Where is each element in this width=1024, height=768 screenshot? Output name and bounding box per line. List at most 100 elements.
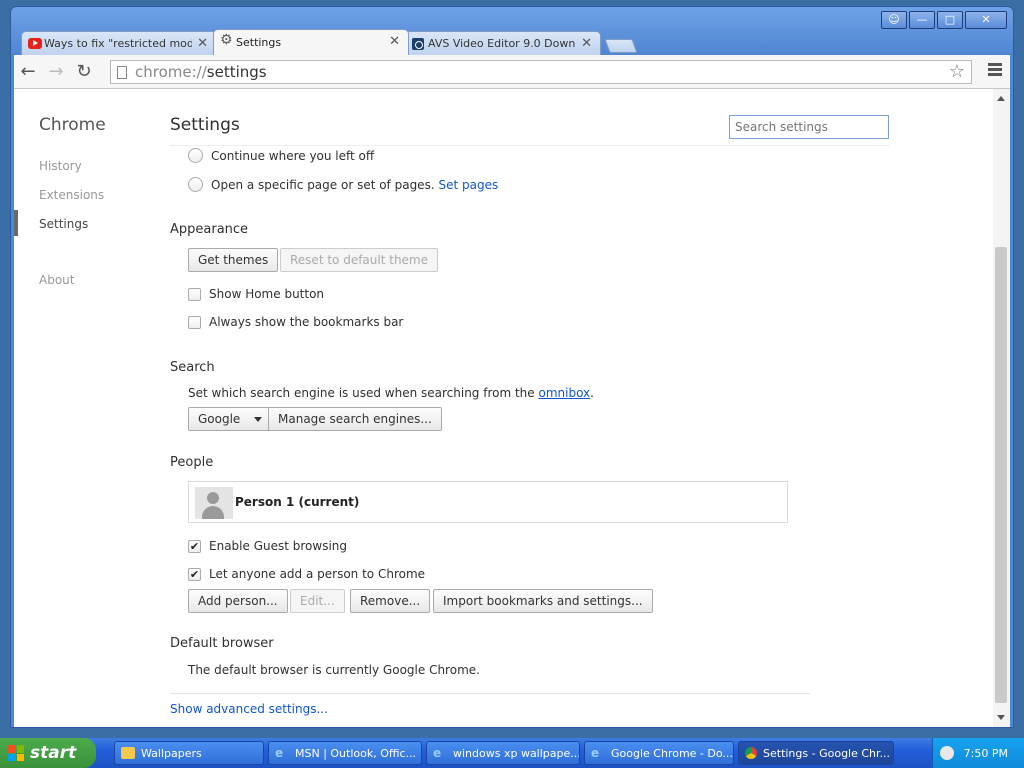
taskbar-item-google-chrome-download[interactable]: e Google Chrome - Do... [584,741,734,765]
anyone-add-checkbox[interactable]: ✔ [188,567,201,581]
ie-icon: e [433,746,442,760]
reload-button[interactable]: ↻ [70,58,98,86]
header-divider [170,145,890,146]
taskbar-item-label: Wallpapers [141,746,202,760]
show-home-row[interactable]: Show Home button [188,287,324,301]
taskbar: start Wallpapers e MSN | Outlook, Offic.… [0,738,1024,768]
start-label: start [30,743,77,763]
sidebar-item-history[interactable]: History [39,159,82,173]
guest-browsing-row[interactable]: ✔ Enable Guest browsing [188,539,347,553]
close-icon[interactable]: ✕ [581,36,592,51]
get-themes-button[interactable]: Get themes [188,248,279,272]
windows-flag-icon [8,745,24,761]
network-icon[interactable] [939,746,954,760]
ie-icon: e [275,746,284,760]
new-tab-button[interactable] [604,39,638,53]
show-home-checkbox[interactable] [188,287,201,301]
taskbar-item-settings-chrome[interactable]: Settings - Google Chr... [738,741,894,765]
continue-radio[interactable] [188,148,203,163]
gear-icon: ⚙ [220,32,233,48]
sidebar-item-extensions[interactable]: Extensions [39,188,104,202]
tab-title: Settings [236,36,282,49]
scrollbar[interactable] [993,89,1010,727]
taskbar-item-label: MSN | Outlook, Offic... [295,746,417,760]
menu-icon[interactable] [988,63,1002,78]
show-bookmarks-row[interactable]: Always show the bookmarks bar [188,315,403,329]
specific-pages-radio[interactable] [188,177,203,192]
show-home-label: Show Home button [209,287,325,301]
minimize-button[interactable]: — [909,11,935,29]
page-title: Settings [170,115,240,135]
sidebar: Chrome History Extensions Settings About [14,89,164,727]
chrome-icon [745,747,757,759]
tab-settings[interactable]: ⚙ Settings ✕ [213,29,409,55]
search-engine-select[interactable]: Google [188,407,273,431]
taskbar-item-wallpapers[interactable]: Wallpapers [114,741,264,765]
people-title: People [170,455,214,470]
startup-specific-row[interactable]: Open a specific page or set of pages. Se… [188,177,498,192]
startup-continue-row[interactable]: Continue where you left off [188,148,374,163]
sidebar-item-settings[interactable]: Settings [39,217,88,231]
edit-person-button[interactable]: Edit... [290,589,345,613]
reset-theme-button[interactable]: Reset to default theme [280,248,438,272]
show-bookmarks-checkbox[interactable] [188,315,201,329]
omnibox-link[interactable]: omnibox [539,386,591,400]
close-icon[interactable]: ✕ [197,36,208,51]
set-pages-link[interactable]: Set pages [438,178,498,192]
folder-icon [121,747,135,759]
manage-search-engines-button[interactable]: Manage search engines... [268,407,442,431]
settings-main: Settings Continue where you left off Ope… [170,89,990,727]
taskbar-item-label: windows xp wallpape... [453,746,580,760]
maximize-button[interactable]: □ [937,11,963,29]
ie-icon: e [591,746,600,760]
chrome-window: ☺ — □ ✕ Ways to fix "restricted mode ✕ ⚙… [10,6,1014,728]
scroll-thumb[interactable] [995,247,1007,703]
tab-avs[interactable]: AVS Video Editor 9.0 Downlo ✕ [405,31,601,55]
scroll-up-arrow-icon[interactable] [997,96,1005,101]
search-description-text: Set which search engine is used when sea… [188,386,535,400]
star-icon[interactable]: ☆ [949,61,965,82]
sidebar-item-about[interactable]: About [39,273,74,287]
search-title: Search [170,360,215,375]
address-bar[interactable]: chrome://settings ☆ [110,60,972,84]
avatar [195,487,233,519]
add-person-button[interactable]: Add person... [188,589,288,613]
search-engine-value: Google [198,412,241,426]
forward-button[interactable]: → [42,58,70,86]
appearance-title: Appearance [170,222,249,237]
chevron-down-icon [254,417,263,422]
url-scheme: chrome:// [135,63,207,81]
system-tray: 7:50 PM [932,738,1024,768]
settings-page: Chrome History Extensions Settings About… [14,89,1010,727]
guest-browsing-checkbox[interactable]: ✔ [188,539,201,553]
url-path: settings [206,63,267,81]
scroll-down-arrow-icon[interactable] [997,715,1005,720]
taskbar-item-msn[interactable]: e MSN | Outlook, Offic... [268,741,422,765]
taskbar-item-wallpaper-search[interactable]: e windows xp wallpape... [426,741,580,765]
page-icon [117,66,127,79]
back-button[interactable]: ← [14,58,42,86]
sidebar-brand: Chrome [39,115,106,135]
continue-label: Continue where you left off [211,148,375,163]
tab-youtube[interactable]: Ways to fix "restricted mode ✕ [21,31,217,55]
avs-icon [412,38,424,50]
start-button[interactable]: start [0,738,96,768]
show-advanced-settings-link[interactable]: Show advanced settings... [170,702,328,716]
import-bookmarks-button[interactable]: Import bookmarks and settings... [433,589,653,613]
person-list[interactable]: Person 1 (current) [188,481,788,523]
specific-pages-label: Open a specific page or set of pages. [211,177,435,192]
close-window-button[interactable]: ✕ [965,11,1007,29]
remove-person-button[interactable]: Remove... [350,589,431,613]
clock: 7:50 PM [963,746,1008,760]
window-controls: ☺ — □ ✕ [881,11,1007,29]
default-browser-title: Default browser [170,636,274,651]
search-description-period: . [590,386,594,400]
close-icon[interactable]: ✕ [389,34,400,49]
sidebar-selected-marker [14,210,18,236]
footer-divider [170,693,810,694]
anyone-add-row[interactable]: ✔ Let anyone add a person to Chrome [188,567,425,581]
tab-title: Ways to fix "restricted mode [44,37,192,50]
profile-button[interactable]: ☺ [881,11,907,29]
search-settings-input[interactable] [729,115,889,139]
tab-title: AVS Video Editor 9.0 Downlo [428,37,576,50]
